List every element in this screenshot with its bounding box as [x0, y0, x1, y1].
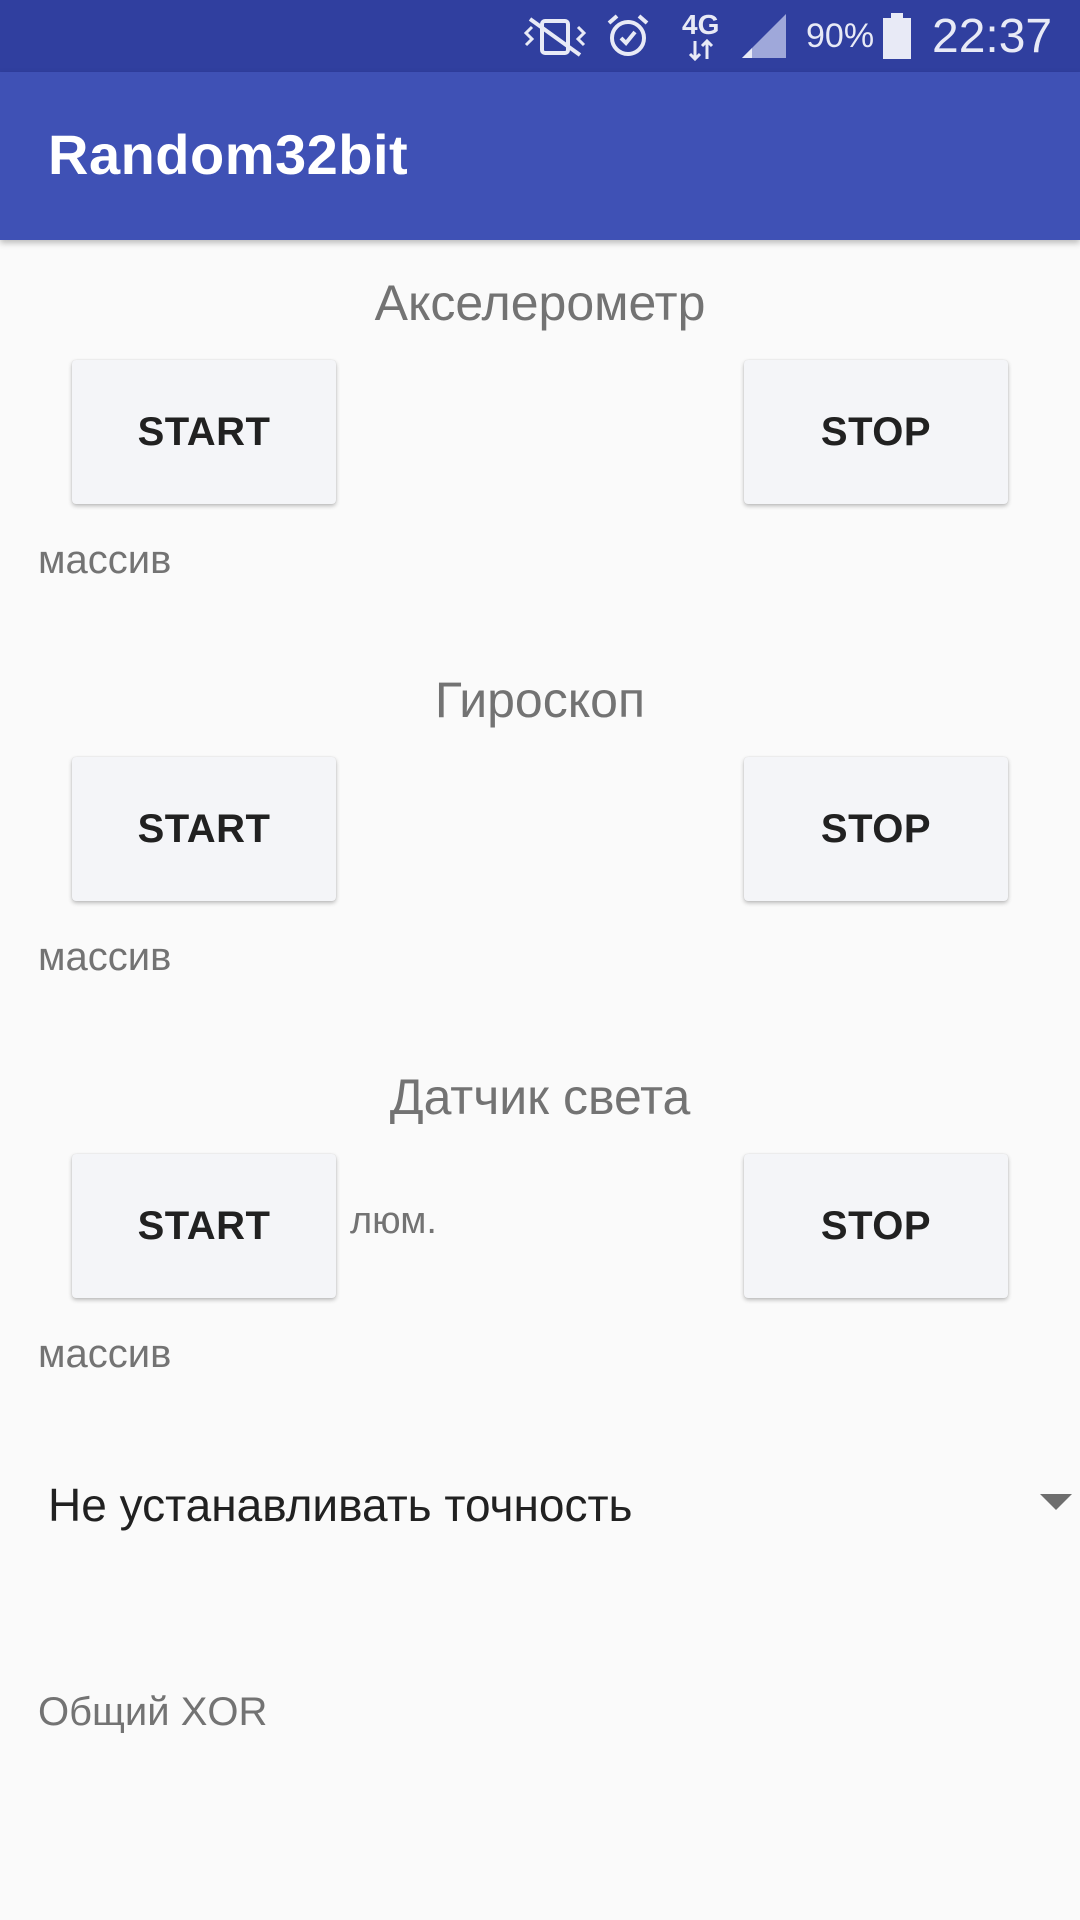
- total-xor-label: Общий XOR: [38, 1690, 268, 1734]
- accelerometer-start-button[interactable]: START: [72, 360, 336, 504]
- accelerometer-title: Акселерометр: [374, 275, 706, 331]
- battery-percent: 90%: [806, 16, 875, 55]
- battery-icon: [880, 0, 914, 72]
- accelerometer-array-label: массив: [38, 538, 172, 582]
- light-sensor-start-button[interactable]: START: [72, 1154, 336, 1298]
- signal-icon: [740, 0, 788, 72]
- gyroscope-title: Гироскоп: [434, 672, 646, 728]
- network-type: 4G: [682, 9, 720, 40]
- gyroscope-stop-button[interactable]: STOP: [744, 757, 1008, 901]
- alarm-icon: [603, 0, 653, 72]
- light-sensor-stop-button[interactable]: STOP: [744, 1154, 1008, 1298]
- accelerometer-stop-button[interactable]: STOP: [744, 360, 1008, 504]
- precision-spinner-value: Не устанавливать точность: [48, 1479, 633, 1531]
- status-bar: 4G 90% 22:37: [0, 0, 1080, 72]
- precision-spinner[interactable]: Не устанавливать точность: [0, 1450, 1080, 1560]
- lux-unit-label: люм.: [350, 1200, 437, 1242]
- gyroscope-array-label: массив: [38, 935, 172, 979]
- dropdown-arrow-icon[interactable]: [1040, 1494, 1072, 1510]
- light-sensor-array-label: массив: [38, 1332, 172, 1376]
- network-4g-icon: 4G: [682, 0, 719, 72]
- app-bar: Random32bit: [0, 72, 1080, 240]
- light-sensor-title: Датчик света: [389, 1069, 691, 1125]
- app-title: Random32bit: [48, 123, 409, 186]
- clock: 22:37: [932, 9, 1053, 63]
- gyroscope-start-button[interactable]: START: [72, 757, 336, 901]
- vibrate-mute-icon: [520, 0, 590, 72]
